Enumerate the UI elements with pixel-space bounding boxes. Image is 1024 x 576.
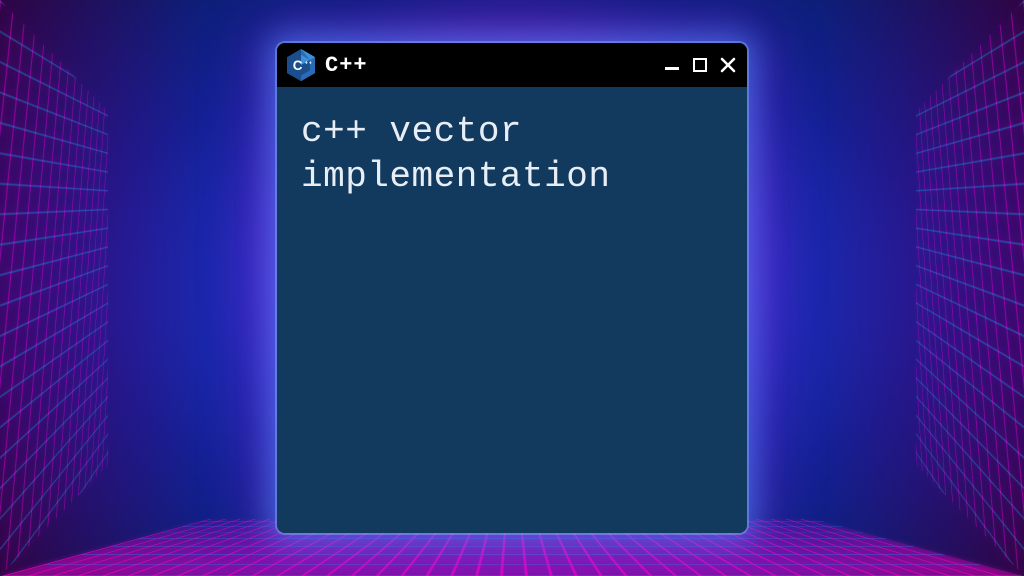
maximize-button[interactable] <box>691 56 709 74</box>
window-title: C++ <box>325 53 653 78</box>
window-controls <box>663 56 737 74</box>
svg-text:+: + <box>305 61 308 67</box>
minimize-icon <box>665 67 679 70</box>
close-icon <box>720 57 736 73</box>
close-button[interactable] <box>719 56 737 74</box>
window-titlebar[interactable]: C + + C++ <box>277 43 747 87</box>
left-wall-grid <box>0 0 108 576</box>
console-content[interactable]: c++ vector implementation <box>277 87 747 533</box>
svg-text:C: C <box>293 58 303 73</box>
svg-text:+: + <box>309 61 312 67</box>
console-window: C + + C++ c++ vector implementation <box>277 43 747 533</box>
right-wall-grid <box>916 0 1024 576</box>
minimize-button[interactable] <box>663 56 681 74</box>
cpp-logo-icon: C + + <box>287 49 315 81</box>
maximize-icon <box>693 58 707 72</box>
